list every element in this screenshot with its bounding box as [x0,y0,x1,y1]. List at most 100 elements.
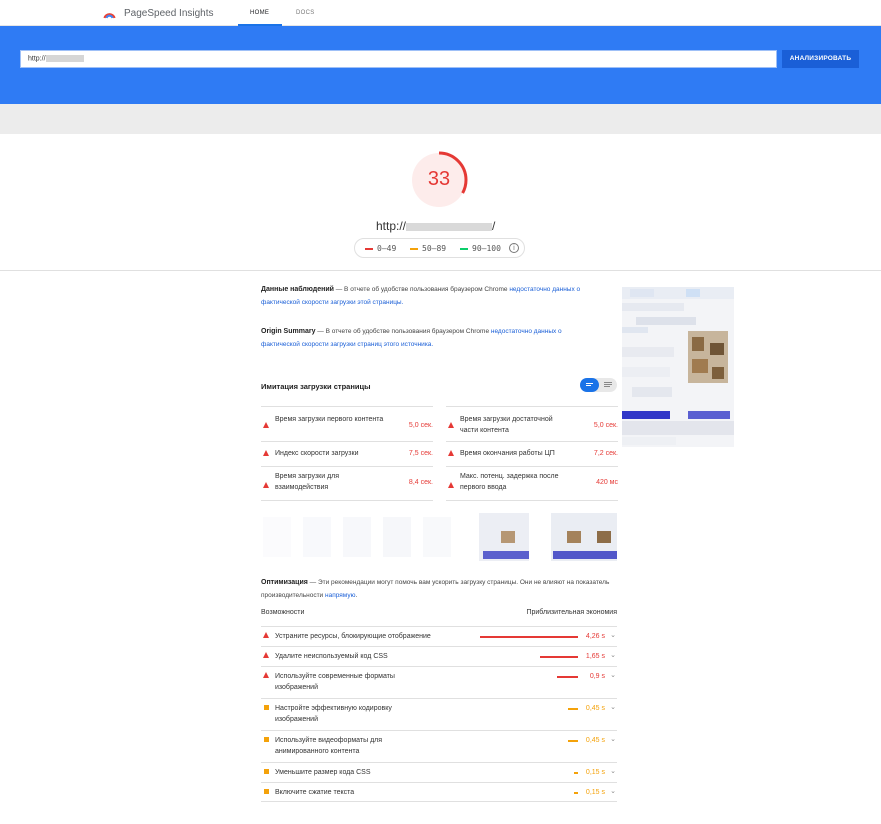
info-icon[interactable]: i [509,243,519,253]
origin-summary-section: Origin Summary — В отчете об удобстве по… [261,325,601,351]
optimization-link[interactable]: напрямую [325,592,355,599]
metric-value: 7,2 сек. [593,450,618,457]
metric-label: Макс. потенц. задержка после первого вво… [460,473,559,491]
metric-value: 7,5 сек. [408,450,433,457]
fail-triangle-icon [448,422,454,428]
optimization-text-end: . [355,592,358,599]
legend-fail: 0–49 [365,244,396,253]
top-nav: PageSpeed Insights HOME DOCS [0,0,881,26]
opportunity-label: Уменьшите размер кода CSS [275,769,371,776]
opportunity-label: Включите сжатие текста [275,789,355,796]
legend-average: 50–89 [410,244,446,253]
opportunity-row[interactable]: Уменьшите размер кода CSS 0,15 s ⌄ [261,762,617,782]
opportunities-end-line [261,801,617,802]
analyze-button[interactable]: АНАЛИЗИРОВАТЬ [782,50,859,68]
metric-fcp: Время загрузки первого контента 5,0 сек. [261,406,433,441]
opportunities-header: Возможности Приблизительная экономия [261,609,617,616]
optimization-title: Оптимизация [261,579,308,586]
opportunity-row[interactable]: Используйте современные форматы изображе… [261,666,617,698]
pass-dash-icon [460,247,468,250]
toggle-list-view[interactable] [580,378,599,392]
analyzed-url-redacted [406,222,493,231]
score-legend: 0–49 50–89 90–100 i [354,238,525,258]
average-dash-icon [410,247,418,250]
metric-label: Индекс скорости загрузки [275,450,359,457]
url-input[interactable]: http:// [20,50,777,68]
chevron-down-icon[interactable]: ⌄ [610,766,616,777]
report-tabs-strip [0,104,881,134]
field-data-text: — В отчете об удобстве пользования брауз… [333,286,510,293]
opportunity-label: Устраните ресурсы, блокирующие отображен… [275,633,431,640]
legend-pass-label: 90–100 [472,244,501,253]
metric-fmp: Время загрузки достаточной части контент… [446,406,618,441]
url-prefix: http:// [28,55,46,63]
fail-triangle-icon [263,450,269,456]
chevron-down-icon[interactable]: ⌄ [610,650,616,661]
opportunity-label: Удалите неиспользуемый код CSS [275,653,388,660]
opportunity-label: Используйте современные форматы изображе… [275,673,395,691]
metric-max-fid: Макс. потенц. задержка после первого вво… [446,466,618,501]
brand-name: PageSpeed Insights [124,8,214,19]
origin-summary-title: Origin Summary [261,328,316,335]
url-redacted [45,55,84,62]
opportunity-row[interactable]: Удалите неиспользуемый код CSS 1,65 s ⌄ [261,646,617,666]
pagespeed-logo-icon [103,13,116,19]
savings-value: 0,45 s [585,705,605,712]
analyzed-url: http:// / [376,219,495,233]
tab-home[interactable]: HOME [250,10,269,16]
fail-triangle-icon [263,482,269,488]
fail-dash-icon [365,247,373,250]
metrics-view-toggle[interactable] [580,378,617,392]
savings-bar [574,772,578,774]
opportunity-row[interactable]: Используйте видеоформаты для анимированн… [261,730,617,762]
fail-triangle-icon [263,422,269,428]
legend-fail-label: 0–49 [377,244,397,253]
opportunities-col-left: Возможности [261,609,305,616]
metric-value: 5,0 сек. [408,422,433,429]
origin-summary-text: — В отчете об удобстве пользования брауз… [315,328,491,335]
lab-data-title: Имитация загрузки страницы [261,382,371,391]
average-square-icon [264,705,269,710]
savings-value: 0,45 s [585,737,605,744]
metric-value: 8,4 сек. [408,479,433,486]
opportunity-row[interactable]: Настройте эффективную кодировку изображе… [261,698,617,730]
fail-triangle-icon [263,652,269,658]
fail-triangle-icon [263,632,269,638]
analyzed-url-prefix: http:// [376,219,407,233]
chevron-down-icon[interactable]: ⌄ [610,702,616,713]
savings-value: 0,15 s [585,769,605,776]
metric-label: Время загрузки первого контента [275,416,384,423]
chevron-down-icon[interactable]: ⌄ [610,630,616,641]
metric-value: 420 мс [596,479,618,486]
savings-value: 1,65 s [585,653,605,660]
savings-bar [568,708,578,710]
analyzed-url-suffix: / [492,219,496,233]
list-view-icon [586,383,593,386]
savings-bar [540,656,578,658]
metric-label: Время загрузки достаточной части контент… [460,416,553,434]
fail-triangle-icon [263,672,269,678]
legend-average-label: 50–89 [422,244,447,253]
section-divider [0,270,881,271]
savings-value: 0,15 s [585,789,605,796]
field-data-section: Данные наблюдений — В отчете об удобстве… [261,283,601,309]
metric-tti: Время загрузки для взаимодействия 8,4 се… [261,466,433,501]
optimization-section: Оптимизация — Эти рекомендации могут пом… [261,576,621,602]
savings-bar [574,792,578,794]
chevron-down-icon[interactable]: ⌄ [610,670,616,681]
opportunity-row[interactable]: Включите сжатие текста 0,15 s ⌄ [261,782,617,801]
metric-label: Время загрузки для взаимодействия [275,473,340,491]
chevron-down-icon[interactable]: ⌄ [610,734,616,745]
savings-bar [557,676,578,678]
tab-docs[interactable]: DOCS [296,10,315,16]
savings-value: 0,9 s [589,673,605,680]
filmstrip [261,513,617,561]
savings-value: 4,26 s [585,633,605,640]
chevron-down-icon[interactable]: ⌄ [610,786,616,797]
opportunity-row[interactable]: Устраните ресурсы, блокирующие отображен… [261,626,617,646]
legend-pass: 90–100 [460,244,501,253]
final-screenshot-thumbnail [622,287,734,447]
fail-triangle-icon [448,450,454,456]
savings-bar [480,636,578,638]
detail-view-icon[interactable] [599,378,617,392]
